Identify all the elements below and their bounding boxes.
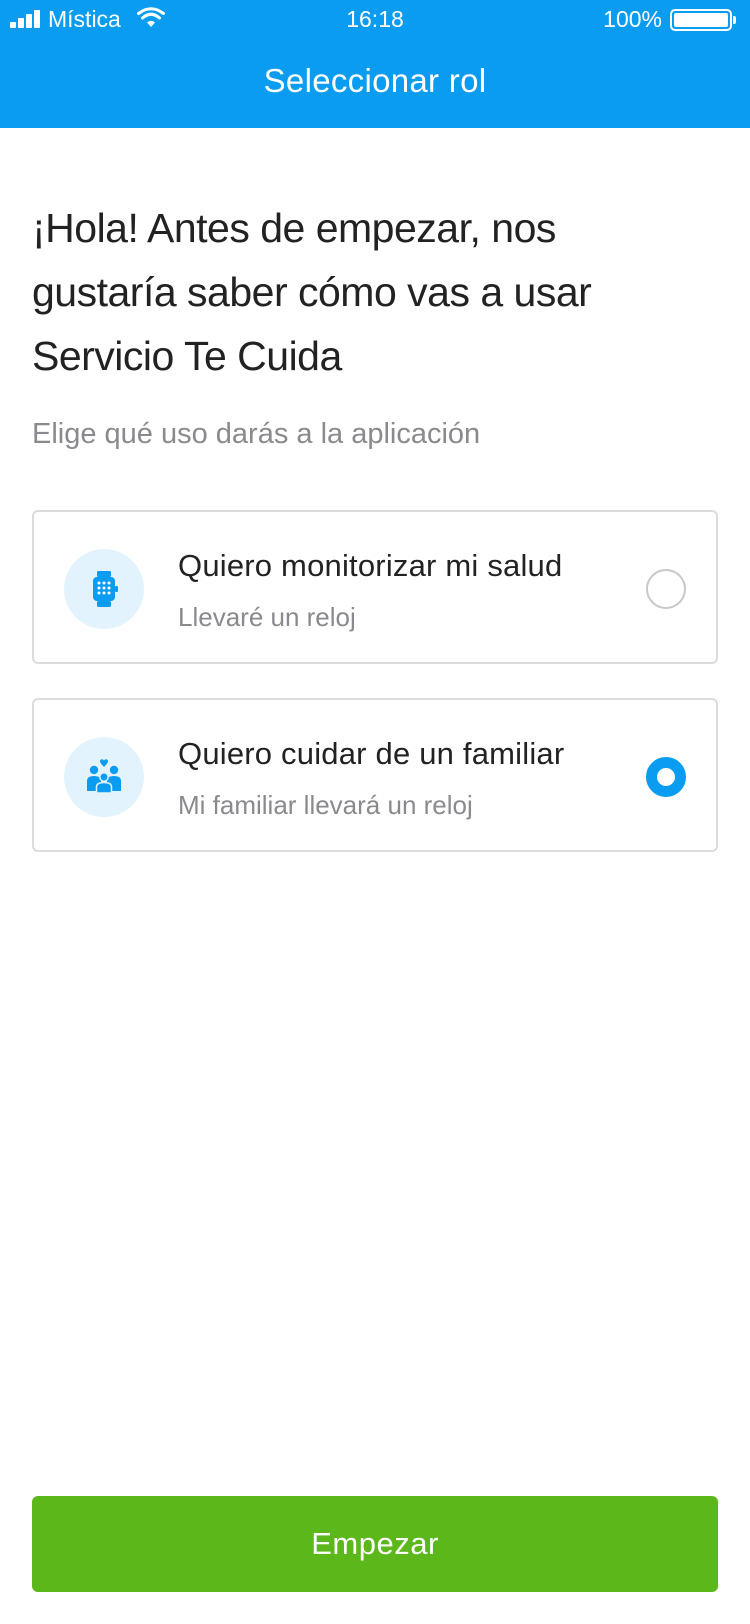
intro-line: ¡Hola! Antes de empezar, nos	[32, 205, 556, 251]
role-option-monitor-health[interactable]: Quiero monitorizar mi salud Llevaré un r…	[32, 510, 718, 664]
radio-button-selected[interactable]	[646, 757, 686, 797]
page-title: Seleccionar rol	[263, 62, 487, 99]
smartwatch-icon	[64, 549, 144, 629]
family-icon	[64, 737, 144, 817]
radio-button-unselected[interactable]	[646, 569, 686, 609]
intro-line: Servicio Te Cuida	[32, 333, 342, 379]
intro-heading: ¡Hola! Antes de empezar, nos gustaría sa…	[32, 196, 722, 388]
intro-line: gustaría saber cómo vas a usar	[32, 269, 592, 315]
status-bar: Mística 16:18 100%	[0, 0, 750, 40]
battery-percentage: 100%	[603, 6, 662, 32]
app-header: Mística 16:18 100% Seleccionar rol	[0, 0, 750, 128]
option-subtitle: Llevaré un reloj	[178, 602, 356, 632]
option-subtitle: Mi familiar llevará un reloj	[178, 790, 473, 820]
start-button[interactable]: Empezar	[32, 1496, 718, 1592]
battery-icon	[670, 9, 736, 31]
option-title: Quiero monitorizar mi salud	[178, 548, 563, 583]
instructions-text: Elige qué uso darás a la aplicación	[32, 418, 481, 450]
role-option-care-relative[interactable]: Quiero cuidar de un familiar Mi familiar…	[32, 698, 718, 852]
option-title: Quiero cuidar de un familiar	[178, 736, 565, 771]
